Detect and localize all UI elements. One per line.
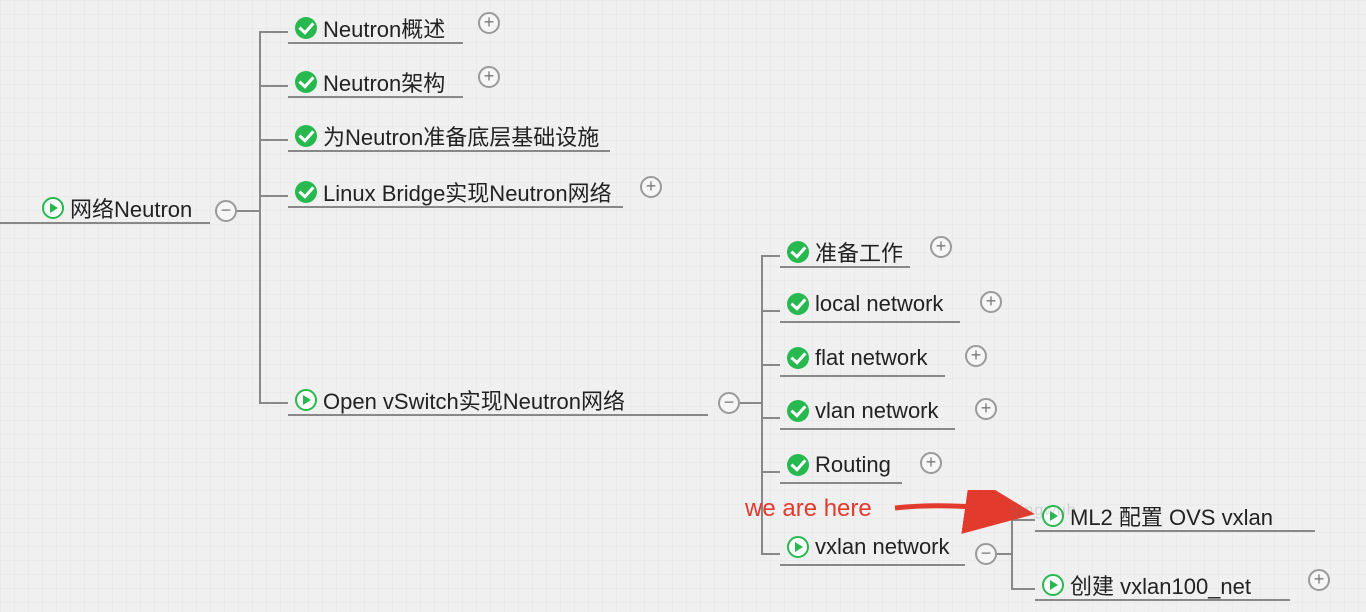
node-root[interactable]: 网络Neutron bbox=[40, 190, 194, 226]
node-neutron-architecture[interactable]: Neutron架构 bbox=[293, 64, 447, 100]
expand-toggle[interactable] bbox=[478, 66, 500, 88]
node-label: Routing bbox=[815, 452, 891, 478]
check-icon bbox=[787, 347, 809, 369]
node-underline bbox=[780, 482, 902, 484]
node-label: Neutron架构 bbox=[323, 66, 445, 98]
expand-toggle[interactable] bbox=[1308, 569, 1330, 591]
node-vxlan-network[interactable]: vxlan network bbox=[785, 532, 952, 562]
expand-toggle[interactable] bbox=[965, 345, 987, 367]
node-label: 准备工作 bbox=[815, 236, 903, 268]
node-label: Neutron概述 bbox=[323, 12, 445, 44]
node-underline bbox=[288, 150, 610, 152]
node-label: Linux Bridge实现Neutron网络 bbox=[323, 176, 612, 208]
check-icon bbox=[295, 17, 317, 39]
node-local-network[interactable]: local network bbox=[785, 289, 945, 319]
node-underline bbox=[780, 375, 945, 377]
node-linux-bridge[interactable]: Linux Bridge实现Neutron网络 bbox=[293, 174, 614, 210]
node-underline bbox=[288, 96, 463, 98]
check-icon bbox=[787, 454, 809, 476]
node-create-vxlan100[interactable]: 创建 vxlan100_net bbox=[1040, 567, 1253, 603]
node-prep[interactable]: 准备工作 bbox=[785, 234, 905, 270]
node-flat-network[interactable]: flat network bbox=[785, 343, 930, 373]
node-underline bbox=[780, 428, 955, 430]
collapse-toggle-root[interactable] bbox=[215, 200, 237, 222]
expand-toggle[interactable] bbox=[930, 236, 952, 258]
check-icon bbox=[295, 71, 317, 93]
node-underline bbox=[780, 321, 960, 323]
check-icon bbox=[787, 293, 809, 315]
node-underline bbox=[780, 266, 910, 268]
node-label: flat network bbox=[815, 345, 928, 371]
node-open-vswitch[interactable]: Open vSwitch实现Neutron网络 bbox=[293, 382, 627, 418]
node-vlan-network[interactable]: vlan network bbox=[785, 396, 941, 426]
node-neutron-overview[interactable]: Neutron概述 bbox=[293, 10, 447, 46]
expand-toggle[interactable] bbox=[920, 452, 942, 474]
node-neutron-infra[interactable]: 为Neutron准备底层基础设施 bbox=[293, 118, 601, 154]
watermark-text: qingwuh bbox=[1010, 502, 1077, 520]
check-icon bbox=[787, 400, 809, 422]
annotation-we-are-here: we are here bbox=[745, 495, 872, 523]
node-label: ML2 配置 OVS vxlan bbox=[1070, 500, 1273, 532]
play-icon bbox=[295, 389, 317, 411]
node-routing[interactable]: Routing bbox=[785, 450, 893, 480]
node-label: local network bbox=[815, 291, 943, 317]
expand-toggle[interactable] bbox=[478, 12, 500, 34]
play-icon bbox=[787, 536, 809, 558]
node-label: Open vSwitch实现Neutron网络 bbox=[323, 384, 625, 416]
expand-toggle[interactable] bbox=[975, 398, 997, 420]
node-label: vxlan network bbox=[815, 534, 950, 560]
expand-toggle[interactable] bbox=[980, 291, 1002, 313]
collapse-toggle[interactable] bbox=[718, 392, 740, 414]
node-underline bbox=[1035, 530, 1315, 532]
check-icon bbox=[787, 241, 809, 263]
check-icon bbox=[295, 125, 317, 147]
node-underline bbox=[288, 414, 708, 416]
check-icon bbox=[295, 181, 317, 203]
node-label: 网络Neutron bbox=[70, 192, 192, 224]
play-icon bbox=[1042, 574, 1064, 596]
node-underline bbox=[288, 206, 623, 208]
node-underline bbox=[0, 222, 210, 224]
node-label: 创建 vxlan100_net bbox=[1070, 569, 1251, 601]
expand-toggle[interactable] bbox=[640, 176, 662, 198]
collapse-toggle[interactable] bbox=[975, 543, 997, 565]
node-underline bbox=[1035, 599, 1290, 601]
play-icon bbox=[42, 197, 64, 219]
node-label: vlan network bbox=[815, 398, 939, 424]
node-underline bbox=[780, 564, 965, 566]
node-underline bbox=[288, 42, 463, 44]
node-label: 为Neutron准备底层基础设施 bbox=[323, 120, 599, 152]
